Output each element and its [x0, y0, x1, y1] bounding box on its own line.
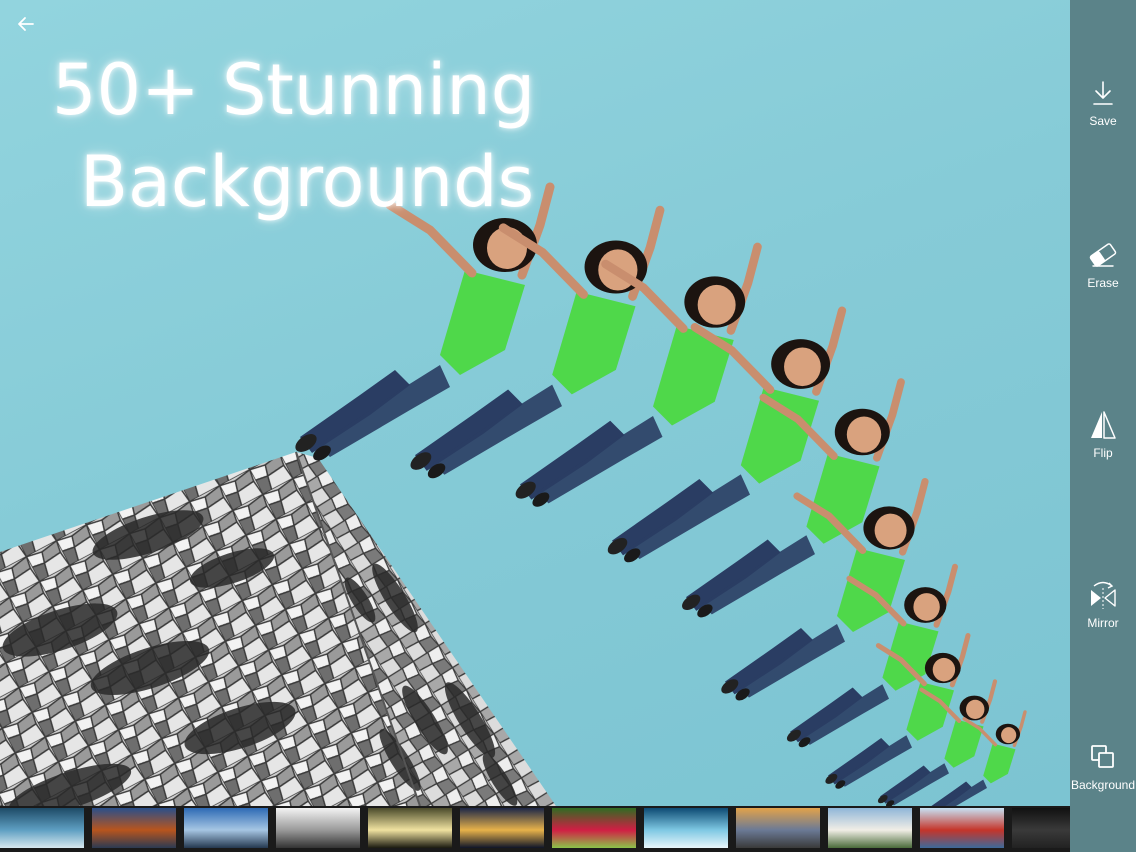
promo-text: 50+ Stunning Backgrounds — [52, 44, 572, 228]
background-thumbnail-red-tulip[interactable] — [552, 808, 636, 848]
erase-button[interactable]: Erase — [1070, 240, 1136, 290]
jumping-figure[interactable] — [513, 242, 762, 510]
background-thumbnail-lake-boats[interactable] — [0, 808, 84, 848]
flip-button[interactable]: Flip — [1070, 410, 1136, 460]
mirror-button[interactable]: Mirror — [1070, 580, 1136, 630]
right-toolbar: Save Erase Flip Mirror Background — [1070, 0, 1136, 852]
download-icon — [1088, 78, 1118, 108]
background-thumbnail-ocean-wave[interactable] — [644, 808, 728, 848]
save-button[interactable]: Save — [1070, 78, 1136, 128]
background-thumbnail-city-night[interactable] — [460, 808, 544, 848]
eraser-icon — [1088, 240, 1118, 270]
background-label: Background — [1070, 778, 1136, 792]
background-thumbnail-golden-gate[interactable] — [920, 808, 1004, 848]
flip-icon — [1088, 410, 1118, 440]
promo-line-2: Backgrounds — [80, 141, 535, 223]
background-thumbnail-strip[interactable] — [0, 806, 1070, 852]
background-thumbnail-autumn-lake[interactable] — [92, 808, 176, 848]
background-thumbnail-motorbike-stunt[interactable] — [276, 808, 360, 848]
save-label: Save — [1089, 114, 1117, 128]
promo-line-1: 50+ Stunning — [52, 49, 536, 131]
background-button[interactable]: Background — [1070, 742, 1136, 792]
background-thumbnail-desert-road[interactable] — [736, 808, 820, 848]
layers-icon — [1088, 742, 1118, 772]
photo-canvas[interactable]: 50+ Stunning Backgrounds — [0, 0, 1070, 806]
mirror-label: Mirror — [1087, 616, 1119, 630]
background-thumbnail-tunnel-light[interactable] — [368, 808, 452, 848]
background-thumbnail-dark-texture[interactable] — [1012, 808, 1070, 848]
background-thumbnail-pier-sunset[interactable] — [184, 808, 268, 848]
background-thumbnail-taj-mahal[interactable] — [828, 808, 912, 848]
mirror-icon — [1088, 580, 1118, 610]
back-button[interactable] — [12, 12, 40, 40]
erase-label: Erase — [1087, 276, 1119, 290]
flip-label: Flip — [1093, 446, 1113, 460]
arrow-left-icon — [17, 15, 35, 37]
